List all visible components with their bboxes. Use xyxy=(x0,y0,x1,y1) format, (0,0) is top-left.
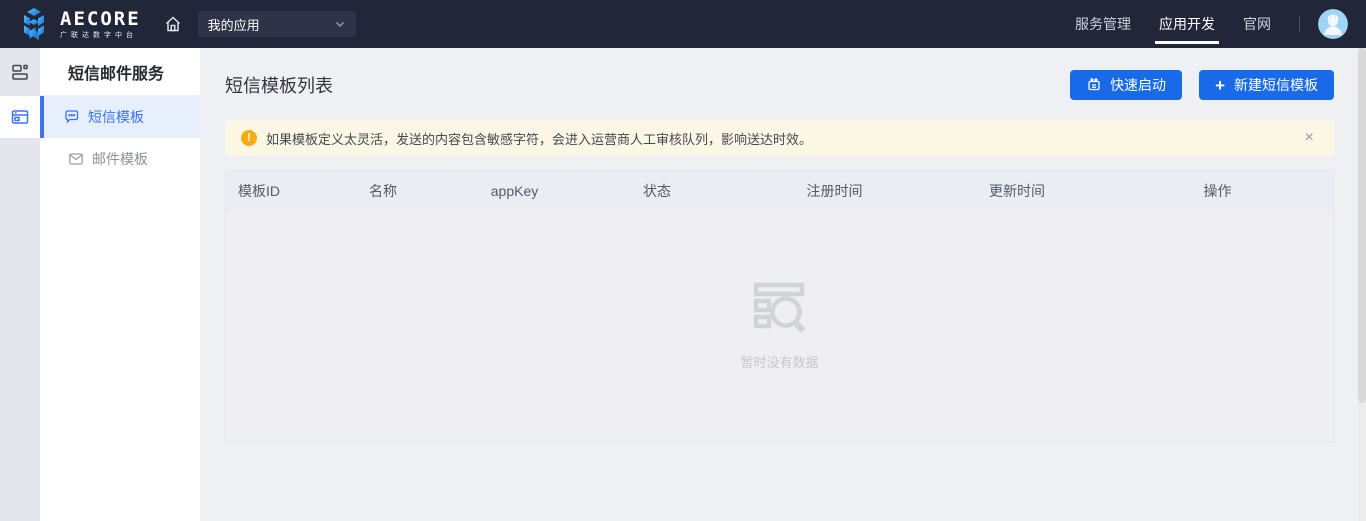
new-sms-template-button[interactable]: + 新建短信模板 xyxy=(1199,70,1334,100)
brand-logo: AECORE 广联达数字中台 xyxy=(16,6,141,42)
sidebar-item-label: 短信模板 xyxy=(88,107,144,127)
aecore-cube-logo-icon xyxy=(16,6,52,42)
nav-divider xyxy=(1299,16,1300,32)
sidebar-item-label: 邮件模板 xyxy=(92,149,148,169)
column-header-template-id: 模板ID xyxy=(226,181,314,201)
brand-title: AECORE xyxy=(60,9,141,29)
app-select-value: 我的应用 xyxy=(208,15,260,34)
sidebar: 短信邮件服务 短信模板 邮件模板 xyxy=(40,48,200,521)
column-header-update-time: 更新时间 xyxy=(932,181,1102,201)
scrollbar-thumb[interactable] xyxy=(1358,48,1366,403)
column-header-status: 状态 xyxy=(577,181,737,201)
quick-start-icon xyxy=(1086,77,1102,93)
vertical-scrollbar xyxy=(1358,48,1366,521)
home-icon xyxy=(163,14,183,34)
dashboard-icon xyxy=(11,63,29,81)
envelope-icon xyxy=(68,151,84,167)
nav-link-official-site[interactable]: 官网 xyxy=(1243,0,1271,48)
chat-bubble-icon xyxy=(64,109,80,125)
app-window-icon xyxy=(11,108,29,126)
brand-subtitle: 广联达数字中台 xyxy=(60,30,141,40)
column-header-name: 名称 xyxy=(314,181,452,201)
navbar-right: 服务管理 应用开发 官网 xyxy=(1061,0,1366,48)
title-row: 短信模板列表 快速启动 + xyxy=(225,70,1334,100)
banner-close-icon[interactable]: × xyxy=(1301,128,1318,148)
empty-state-text: 暂时没有数据 xyxy=(740,352,818,371)
quick-start-button[interactable]: 快速启动 xyxy=(1070,70,1182,100)
icon-rail xyxy=(0,48,40,521)
warning-banner-text: 如果模板定义太灵活，发送的内容包含敏感字符，会进入运营商人工审核队列，影响送达时… xyxy=(266,129,812,148)
chevron-down-icon xyxy=(334,18,346,30)
app-select[interactable]: 我的应用 xyxy=(198,11,356,37)
warning-banner: ! 如果模板定义太灵活，发送的内容包含敏感字符，会进入运营商人工审核队列，影响送… xyxy=(225,120,1334,156)
column-header-register-time: 注册时间 xyxy=(737,181,932,201)
warning-icon: ! xyxy=(241,130,257,146)
quick-start-label: 快速启动 xyxy=(1110,75,1166,95)
table-header-row: 模板ID 名称 appKey 状态 注册时间 更新时间 操作 xyxy=(226,171,1333,211)
sidebar-item-sms-template[interactable]: 短信模板 xyxy=(40,96,200,138)
home-button[interactable] xyxy=(163,14,183,34)
action-buttons: 快速启动 + 新建短信模板 xyxy=(1070,70,1334,100)
top-navbar: AECORE 广联达数字中台 我的应用 服务管理 应用开发 官网 xyxy=(0,0,1366,48)
page-body: 短信邮件服务 短信模板 邮件模板 xyxy=(0,48,1366,521)
new-sms-template-label: 新建短信模板 xyxy=(1234,75,1318,95)
column-header-appkey: appKey xyxy=(452,183,577,199)
search-list-icon xyxy=(748,281,812,339)
sidebar-title: 短信邮件服务 xyxy=(40,48,200,96)
rail-item-app-window[interactable] xyxy=(0,96,40,138)
column-header-actions: 操作 xyxy=(1102,181,1333,201)
rail-item-dashboard[interactable] xyxy=(0,48,40,96)
nav-link-service-management[interactable]: 服务管理 xyxy=(1075,0,1131,48)
user-avatar[interactable] xyxy=(1318,9,1348,39)
brand-text: AECORE 广联达数字中台 xyxy=(60,9,141,40)
table-empty-state: 暂时没有数据 xyxy=(226,211,1333,441)
main-content: 短信模板列表 快速启动 + xyxy=(200,48,1358,521)
plus-icon: + xyxy=(1215,77,1225,94)
sms-template-table: 模板ID 名称 appKey 状态 注册时间 更新时间 操作 暂时没有数据 xyxy=(225,170,1334,442)
sidebar-item-mail-template[interactable]: 邮件模板 xyxy=(40,138,200,180)
page-title: 短信模板列表 xyxy=(225,72,333,98)
nav-link-app-development[interactable]: 应用开发 xyxy=(1159,0,1215,48)
